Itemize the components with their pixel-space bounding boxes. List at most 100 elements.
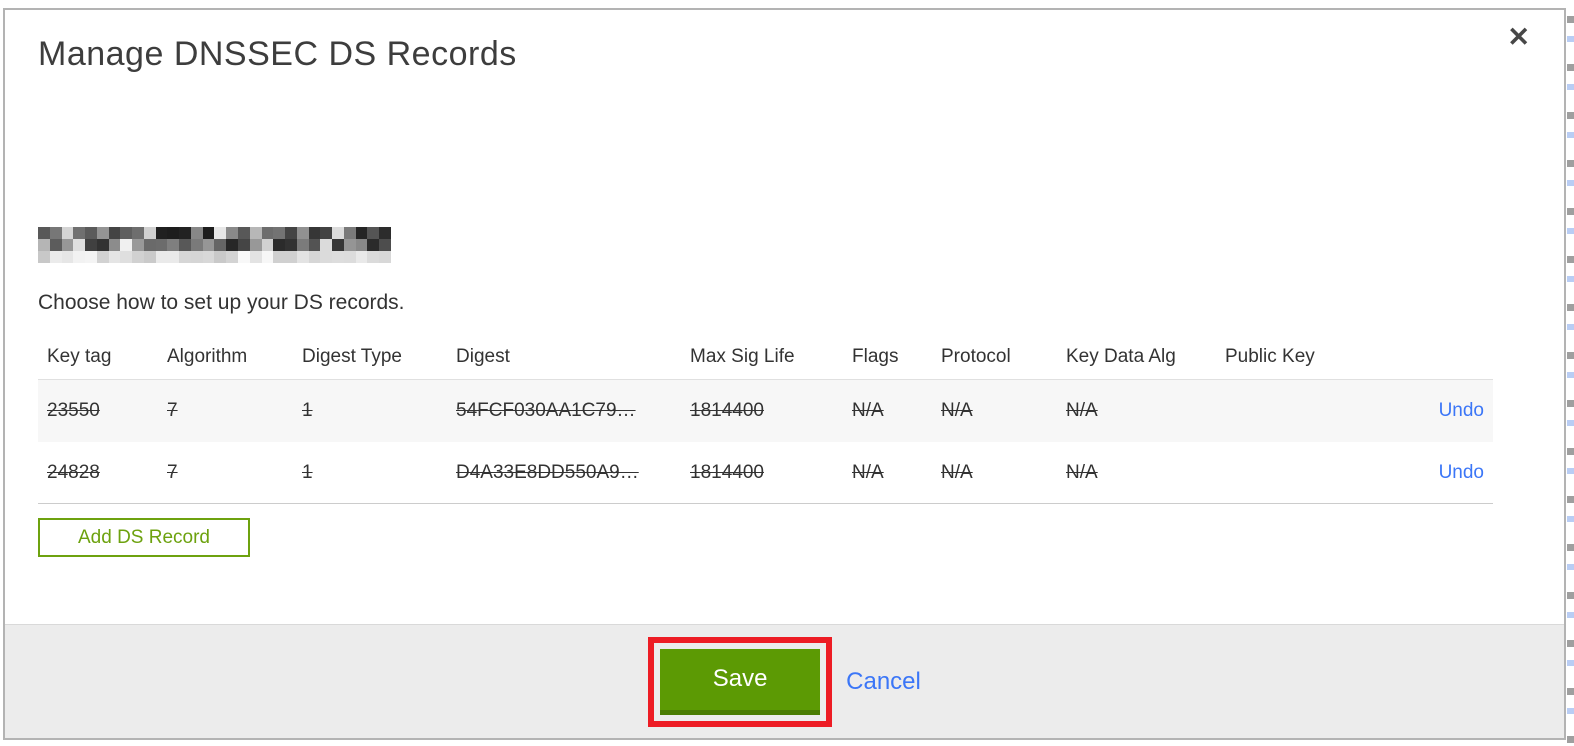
- redaction-pixel: [238, 239, 250, 251]
- redaction-pixel: [143, 251, 156, 263]
- table-cell: 1: [302, 400, 313, 421]
- redaction-pixel: [167, 251, 180, 263]
- column-header-digest: Digest: [456, 345, 510, 367]
- redaction-pixel: [308, 251, 321, 263]
- redaction-pixel: [273, 227, 286, 239]
- redaction-pixel: [179, 239, 191, 251]
- redaction-pixel: [367, 239, 380, 251]
- redaction-pixel: [214, 239, 227, 251]
- redaction-pixel: [320, 239, 333, 251]
- redaction-pixel: [367, 251, 380, 263]
- redaction-pixel: [249, 227, 262, 239]
- redaction-pixel: [38, 251, 50, 263]
- redaction-pixel: [285, 227, 297, 239]
- redaction-pixel: [261, 251, 274, 263]
- column-header-max-sig-life: Max Sig Life: [690, 345, 795, 367]
- redaction-pixel: [285, 251, 297, 263]
- table-cell: 54FCF030AA1C79…: [456, 400, 636, 421]
- redaction-pixel: [332, 251, 344, 263]
- redaction-pixel: [202, 251, 215, 263]
- redaction-pixel: [379, 251, 391, 263]
- redaction-pixel: [320, 227, 333, 239]
- redaction-pixel: [85, 227, 97, 239]
- modal-footer: Save Cancel: [5, 624, 1564, 738]
- column-header-protocol: Protocol: [941, 345, 1011, 367]
- redaction-pixel: [249, 251, 262, 263]
- cancel-link[interactable]: Cancel: [846, 668, 921, 696]
- redaction-pixel: [143, 239, 156, 251]
- add-ds-record-button[interactable]: Add DS Record: [38, 518, 250, 557]
- redaction-pixel: [143, 227, 156, 239]
- redaction-pixel: [296, 239, 309, 251]
- redaction-pixel: [38, 239, 50, 251]
- redaction-pixel: [355, 251, 368, 263]
- redaction-pixel: [226, 227, 239, 239]
- save-button[interactable]: Save: [660, 648, 821, 715]
- redaction-pixel: [379, 227, 391, 239]
- table-cell: 7: [167, 461, 178, 483]
- table-cell: N/A: [941, 400, 973, 421]
- redaction-pixel: [238, 227, 250, 239]
- redaction-pixel: [155, 251, 168, 263]
- redaction-pixel: [49, 251, 62, 263]
- table-row: 23550 7 1 54FCF030AA1C79… 1814400 N/A N/A N/A Un…: [38, 380, 1493, 442]
- redaction-pixel: [214, 227, 227, 239]
- redaction-pixel: [96, 227, 109, 239]
- redaction-pixel: [108, 239, 121, 251]
- table-cell-action: Undo: [1420, 462, 1484, 484]
- redaction-pixel: [332, 227, 344, 239]
- redaction-pixel: [96, 251, 109, 263]
- redaction-pixel: [202, 239, 215, 251]
- page: Manage DNSSEC DS Records ✕ Choose how to…: [0, 0, 1574, 746]
- table-cell: N/A: [852, 461, 884, 483]
- redaction-pixel: [296, 251, 309, 263]
- table-cell: 7: [167, 400, 178, 421]
- redaction-pixel: [367, 227, 380, 239]
- redaction-pixel: [49, 227, 62, 239]
- redaction-pixel: [73, 239, 86, 251]
- redaction-pixel: [179, 227, 191, 239]
- redaction-pixel: [261, 239, 274, 251]
- redaction-pixel: [308, 239, 321, 251]
- redaction-pixel: [155, 227, 168, 239]
- redaction-pixel: [343, 239, 356, 251]
- redaction-pixel: [73, 227, 86, 239]
- redaction-pixel: [132, 239, 144, 251]
- redaction-pixel: [132, 227, 144, 239]
- undo-link[interactable]: Undo: [1439, 462, 1484, 483]
- redaction-pixel: [38, 227, 50, 239]
- redaction-pixel: [179, 251, 191, 263]
- table-cell: N/A: [941, 461, 973, 483]
- undo-link[interactable]: Undo: [1439, 400, 1484, 421]
- column-header-key-tag: Key tag: [47, 345, 112, 367]
- redaction-pixel: [61, 239, 74, 251]
- redaction-pixel: [85, 239, 97, 251]
- table-header-row: Key tag Algorithm Digest Type Digest Max Sig…: [38, 334, 1493, 380]
- table-cell-action: Undo: [1420, 400, 1484, 422]
- redaction-pixel: [343, 251, 356, 263]
- redaction-pixel: [214, 251, 227, 263]
- redaction-pixel: [108, 251, 121, 263]
- redaction-pixel: [296, 227, 309, 239]
- redaction-pixel: [261, 227, 274, 239]
- redaction-pixel: [355, 239, 368, 251]
- redaction-pixel: [155, 239, 168, 251]
- redaction-pixel: [61, 251, 74, 263]
- annotation-highlight-rectangle: Save: [648, 636, 833, 727]
- column-header-key-data-alg: Key Data Alg: [1066, 345, 1176, 367]
- redaction-pixel: [120, 251, 133, 263]
- redaction-pixel: [379, 239, 391, 251]
- table-cell: 23550: [47, 400, 100, 421]
- table-cell: 24828: [47, 461, 100, 483]
- redaction-pixel: [202, 227, 215, 239]
- table-cell: 1814400: [690, 461, 764, 483]
- redacted-domain-name: [38, 227, 391, 263]
- redaction-pixel: [249, 239, 262, 251]
- redaction-pixel: [355, 227, 368, 239]
- redaction-pixel: [273, 239, 286, 251]
- modal-header: Manage DNSSEC DS Records ✕: [5, 10, 1564, 78]
- ds-records-table: Key tag Algorithm Digest Type Digest Max Sig…: [38, 334, 1493, 504]
- close-icon[interactable]: ✕: [1507, 24, 1530, 51]
- table-row: 24828 7 1 D4A33E8DD550A9… 1814400 N/A N/A N/A Un…: [38, 442, 1493, 504]
- redaction-pixel: [167, 227, 180, 239]
